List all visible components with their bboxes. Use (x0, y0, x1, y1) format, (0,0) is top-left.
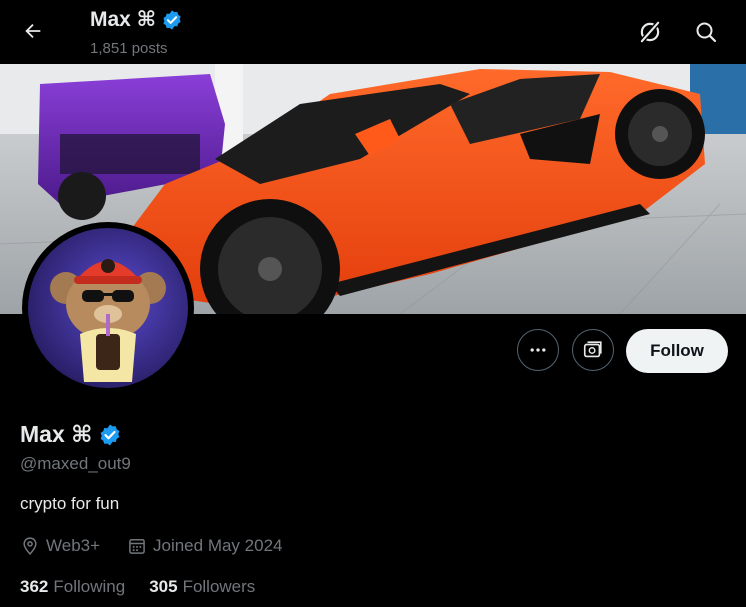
profile-stats: 362 Following 305 Followers (20, 577, 255, 597)
followers-count: 305 (149, 577, 178, 596)
profile-name: Max ⌘ (20, 421, 122, 448)
location-text: Web3+ (46, 536, 101, 555)
subscribe-icon (583, 341, 602, 358)
calendar-icon (129, 539, 145, 554)
location-pin-icon (23, 537, 37, 555)
back-button[interactable] (16, 14, 50, 48)
profile-bio: crypto for fun (20, 494, 120, 513)
profile-location: Web3+ (20, 536, 100, 556)
following-label: Following (53, 577, 126, 596)
more-options-button[interactable] (517, 329, 559, 371)
verified-badge-icon[interactable] (98, 423, 122, 447)
follow-button[interactable]: Follow (626, 329, 728, 373)
profile-avatar[interactable] (22, 222, 194, 394)
grok-icon (639, 20, 661, 44)
following-count: 362 (20, 577, 49, 596)
arrow-left-icon (25, 23, 41, 39)
followers-label: Followers (182, 577, 256, 596)
profile-handle: @maxed_out9 (20, 454, 131, 473)
more-icon (530, 348, 546, 352)
profile-join-date: Joined May 2024 (127, 536, 282, 556)
profile-name-text: Max ⌘ (20, 421, 93, 447)
followers-link[interactable]: 305 Followers (149, 577, 255, 597)
header-name: Max ⌘ (90, 7, 183, 32)
verified-badge-icon (163, 9, 181, 30)
header-name-text: Max ⌘ (90, 8, 157, 31)
subscribe-button[interactable] (572, 329, 614, 371)
search-button[interactable] (688, 14, 724, 50)
join-date-text: Joined May 2024 (153, 536, 283, 555)
grok-button[interactable] (632, 14, 668, 50)
following-link[interactable]: 362 Following (20, 577, 125, 597)
profile-header-bar: Max ⌘ 1,851 posts (0, 0, 746, 64)
search-icon (696, 22, 717, 43)
header-post-count: 1,851 posts (90, 40, 168, 57)
avatar-bear-illustration (28, 228, 188, 388)
